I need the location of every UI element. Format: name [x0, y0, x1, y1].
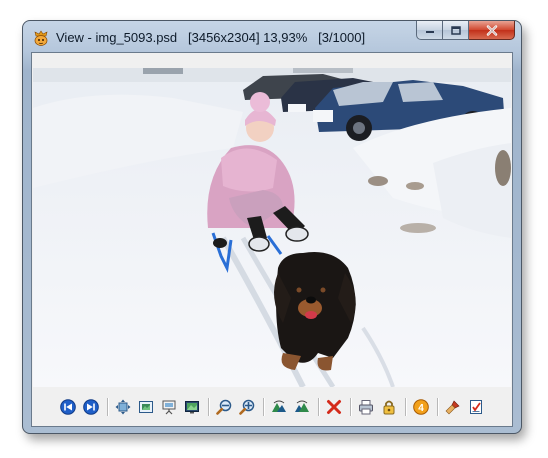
rating-label: 4 [418, 403, 424, 414]
delete-button[interactable] [324, 397, 344, 417]
zoom-in-icon [239, 399, 255, 415]
toolbar-separator [207, 398, 209, 416]
properties-button[interactable] [466, 397, 486, 417]
presentation-icon [162, 400, 176, 415]
fullscreen-icon [185, 401, 199, 414]
fit-window-icon [115, 399, 131, 415]
close-icon [486, 24, 497, 36]
rating-button[interactable]: 4 [411, 397, 431, 417]
title-bar[interactable]: View - img_5093.psd [3456x2304] 13,93% [… [23, 21, 521, 53]
brush-icon [445, 400, 460, 415]
checklist-icon [470, 400, 482, 414]
toolbar-separator [404, 398, 406, 416]
rotate-right-button[interactable] [292, 397, 312, 417]
caption-buttons [416, 21, 515, 41]
toolbar-separator [106, 398, 108, 416]
skip-forward-icon [83, 399, 99, 415]
toolbar-separator [349, 398, 351, 416]
skip-back-icon [60, 399, 76, 415]
printer-icon [359, 400, 373, 415]
actual-size-button[interactable] [136, 397, 156, 417]
zoom-in-button[interactable] [237, 397, 257, 417]
fullscreen-button[interactable] [182, 397, 202, 417]
rotate-right-icon [295, 400, 309, 412]
rotate-left-button[interactable] [269, 397, 289, 417]
delete-x-icon [327, 400, 341, 414]
fit-to-window-button[interactable] [113, 397, 133, 417]
next-image-button[interactable] [81, 397, 101, 417]
badge-4-icon: 4 [413, 399, 429, 415]
app-icon [34, 30, 48, 46]
print-button[interactable] [356, 397, 376, 417]
toolbar-separator [317, 398, 319, 416]
maximize-button[interactable] [443, 21, 469, 40]
lock-icon [383, 400, 395, 415]
minimize-icon [425, 31, 434, 33]
maximize-icon [450, 25, 461, 35]
photo-snow-sled-dog [33, 68, 511, 387]
toolbar: 4 [32, 389, 512, 425]
slideshow-button[interactable] [159, 397, 179, 417]
toolbar-separator [262, 398, 264, 416]
image-display[interactable] [33, 68, 511, 387]
edit-button[interactable] [443, 397, 463, 417]
minimize-button[interactable] [416, 21, 443, 40]
client-area: 4 [31, 52, 513, 427]
viewer-window: View - img_5093.psd [3456x2304] 13,93% [… [22, 20, 522, 434]
toolbar-separator [436, 398, 438, 416]
lock-button[interactable] [379, 397, 399, 417]
window-title: View - img_5093.psd [3456x2304] 13,93% [… [56, 30, 366, 45]
actual-size-icon [139, 401, 153, 413]
zoom-out-button[interactable] [214, 397, 234, 417]
previous-image-button[interactable] [58, 397, 78, 417]
zoom-out-icon [216, 399, 232, 415]
close-button[interactable] [469, 21, 515, 40]
rotate-left-icon [272, 400, 286, 412]
